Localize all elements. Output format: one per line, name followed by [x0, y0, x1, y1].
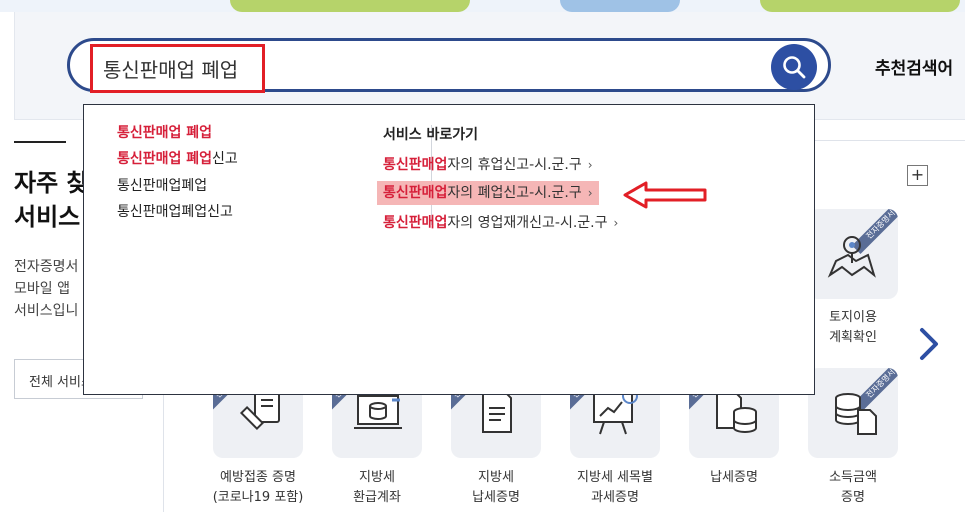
chevron-right-icon: › [613, 216, 619, 230]
service-card-income[interactable]: 전자증명서 [808, 368, 898, 458]
search-input[interactable]: 통신판매업 폐업 [90, 44, 265, 93]
suggestion-item[interactable]: 통신판매업 폐업 [117, 123, 212, 143]
card-label: 지방세 세목별 과세증명 [577, 470, 653, 505]
card-label: 지방세 납세증명 [472, 470, 520, 505]
autocomplete-dropdown: 통신판매업 폐업 통신판매업 폐업신고 통신판매업폐업 통신판매업폐업신고 서비… [83, 104, 815, 395]
recommended-search-label[interactable]: 추천검색어 [875, 54, 953, 79]
service-link-suspension[interactable]: 통신판매업자의 휴업신고-시.군.구 › [383, 155, 593, 175]
chevron-right-icon: › [587, 186, 593, 200]
chevron-right-icon[interactable] [914, 326, 942, 362]
service-card-land-use[interactable]: 전자증명서 [808, 209, 898, 299]
top-banner-illustration [0, 0, 965, 12]
card-label: 지방세 환급계좌 [353, 470, 401, 505]
banner-hill [230, 0, 470, 12]
suggestion-item[interactable]: 통신판매업 폐업신고 [117, 149, 238, 169]
service-link-resumption[interactable]: 통신판매업자의 영업재개신고-시.군.구 › [383, 213, 618, 233]
card-label: 예방접종 증명 (코로나19 포함) [212, 470, 304, 505]
chevron-right-icon: › [587, 158, 593, 172]
suggestion-item[interactable]: 통신판매업폐업 [117, 176, 207, 196]
banner-hill [760, 0, 960, 12]
search-icon [783, 56, 806, 79]
map-pin-icon [827, 236, 876, 278]
expand-plus-button[interactable]: + [907, 165, 928, 186]
section-title: 자주 찾 서비스 [14, 169, 84, 231]
service-link-closure[interactable]: 통신판매업자의 폐업신고-시.군.구 › [377, 181, 599, 205]
banner-hill [560, 0, 680, 12]
card-label: 소득금액 증명 [829, 470, 877, 505]
card-label: 납세증명 [710, 470, 758, 485]
annotation-arrow-icon [623, 181, 707, 209]
search-button[interactable] [771, 44, 817, 90]
section-rule [14, 141, 66, 143]
service-shortcut-heading: 서비스 바로가기 [383, 127, 479, 143]
section-description: 전자증명서 모바일 앱 서비스입니 [14, 259, 79, 319]
database-document-icon [835, 393, 877, 435]
suggestion-item[interactable]: 통신판매업폐업신고 [117, 202, 233, 222]
